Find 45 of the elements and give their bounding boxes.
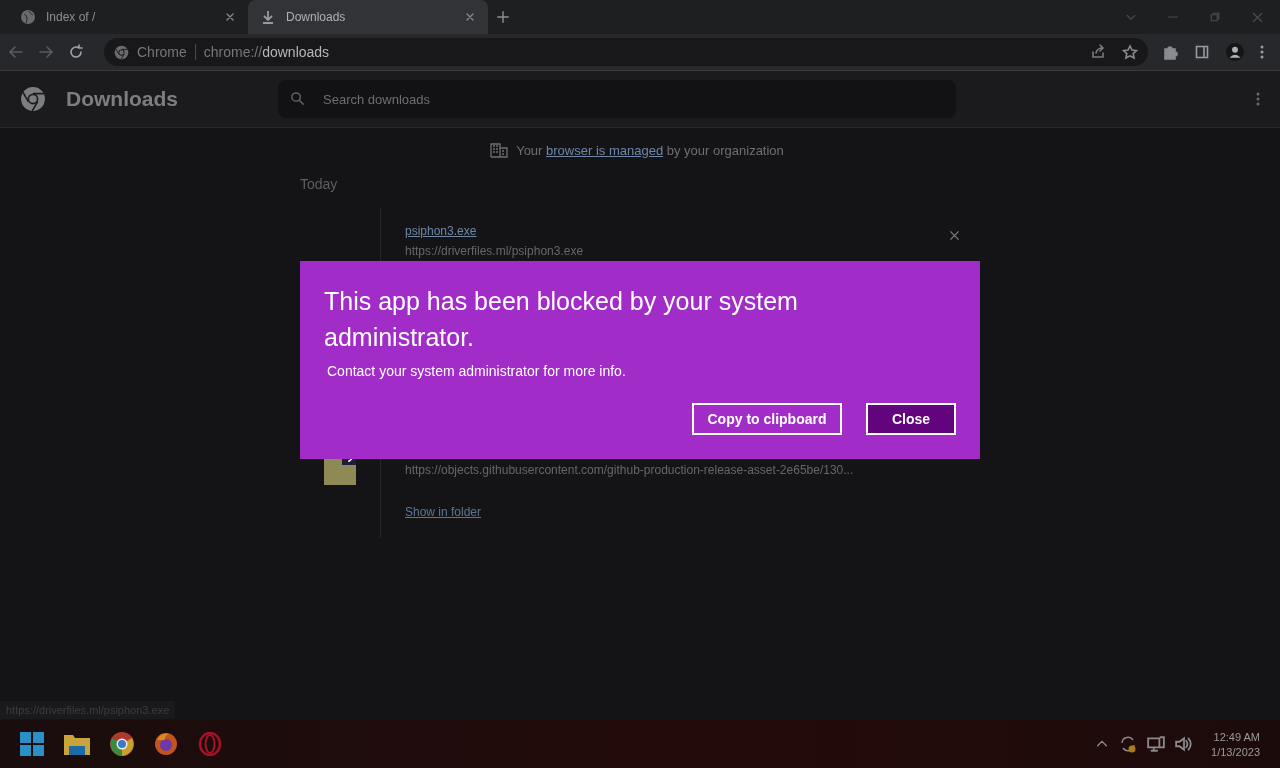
- star-icon[interactable]: [1122, 44, 1138, 60]
- date-heading: Today: [300, 176, 339, 192]
- chrome-icon: [114, 44, 129, 60]
- chrome-logo-icon: [20, 86, 46, 112]
- browser-tab[interactable]: Index of /: [8, 0, 248, 34]
- menu-icon[interactable]: [1256, 91, 1260, 107]
- folder-icon[interactable]: [64, 732, 90, 756]
- managed-notice: Your browser is managed by your organization: [516, 142, 784, 158]
- close-button[interactable]: Close: [866, 403, 956, 435]
- reload-icon[interactable]: [68, 44, 84, 60]
- windows-icon[interactable]: [20, 732, 44, 756]
- ring-icon[interactable]: [198, 732, 222, 756]
- clock-date: 1/13/2023: [1211, 745, 1260, 758]
- page-title: Downloads: [66, 87, 179, 111]
- show-in-folder-link[interactable]: Show in folder: [405, 505, 980, 519]
- browser-tab[interactable]: Downloads: [248, 0, 488, 34]
- profile-icon[interactable]: [1226, 43, 1244, 61]
- close-icon[interactable]: [464, 11, 476, 23]
- download-url: https://driverfiles.ml/psiphon3.exe: [405, 244, 585, 258]
- file-name-link[interactable]: psiphon3.exe: [405, 224, 980, 238]
- search-field[interactable]: Search downloads: [278, 80, 956, 118]
- speaker-icon[interactable]: [1175, 735, 1194, 753]
- clock-time: 12:49 AM: [1213, 730, 1260, 743]
- dialog-message: Contact your system administrator for more info.: [327, 363, 627, 379]
- managed-link[interactable]: browser is managed: [546, 142, 664, 158]
- globe-icon: [20, 9, 36, 25]
- site-label: Chrome: [137, 44, 187, 60]
- download-icon: [260, 9, 276, 25]
- browser-icon[interactable]: [110, 732, 134, 756]
- puzzle-icon[interactable]: [1162, 44, 1178, 60]
- sidebar-icon[interactable]: [1194, 44, 1210, 60]
- dialog-title: This app has been blocked by your system administrator.: [324, 286, 799, 353]
- url-text: chrome://downloads: [203, 44, 330, 60]
- network-icon[interactable]: [1147, 735, 1166, 753]
- download-url: https://objects.githubusercontent.com/github-production-release-asset-2e65be/130...: [405, 463, 855, 477]
- copy-button[interactable]: Copy to clipboard: [692, 403, 842, 435]
- address-bar[interactable]: Chrome chrome://downloads: [104, 38, 1148, 66]
- building-icon: [490, 142, 509, 158]
- menu-icon[interactable]: [1260, 44, 1264, 60]
- plus-icon[interactable]: [496, 10, 510, 24]
- search-icon[interactable]: [290, 91, 305, 106]
- close-icon[interactable]: [224, 11, 236, 23]
- close-icon[interactable]: [949, 230, 960, 241]
- sync-icon[interactable]: [1119, 735, 1138, 753]
- share-icon[interactable]: [1090, 44, 1106, 60]
